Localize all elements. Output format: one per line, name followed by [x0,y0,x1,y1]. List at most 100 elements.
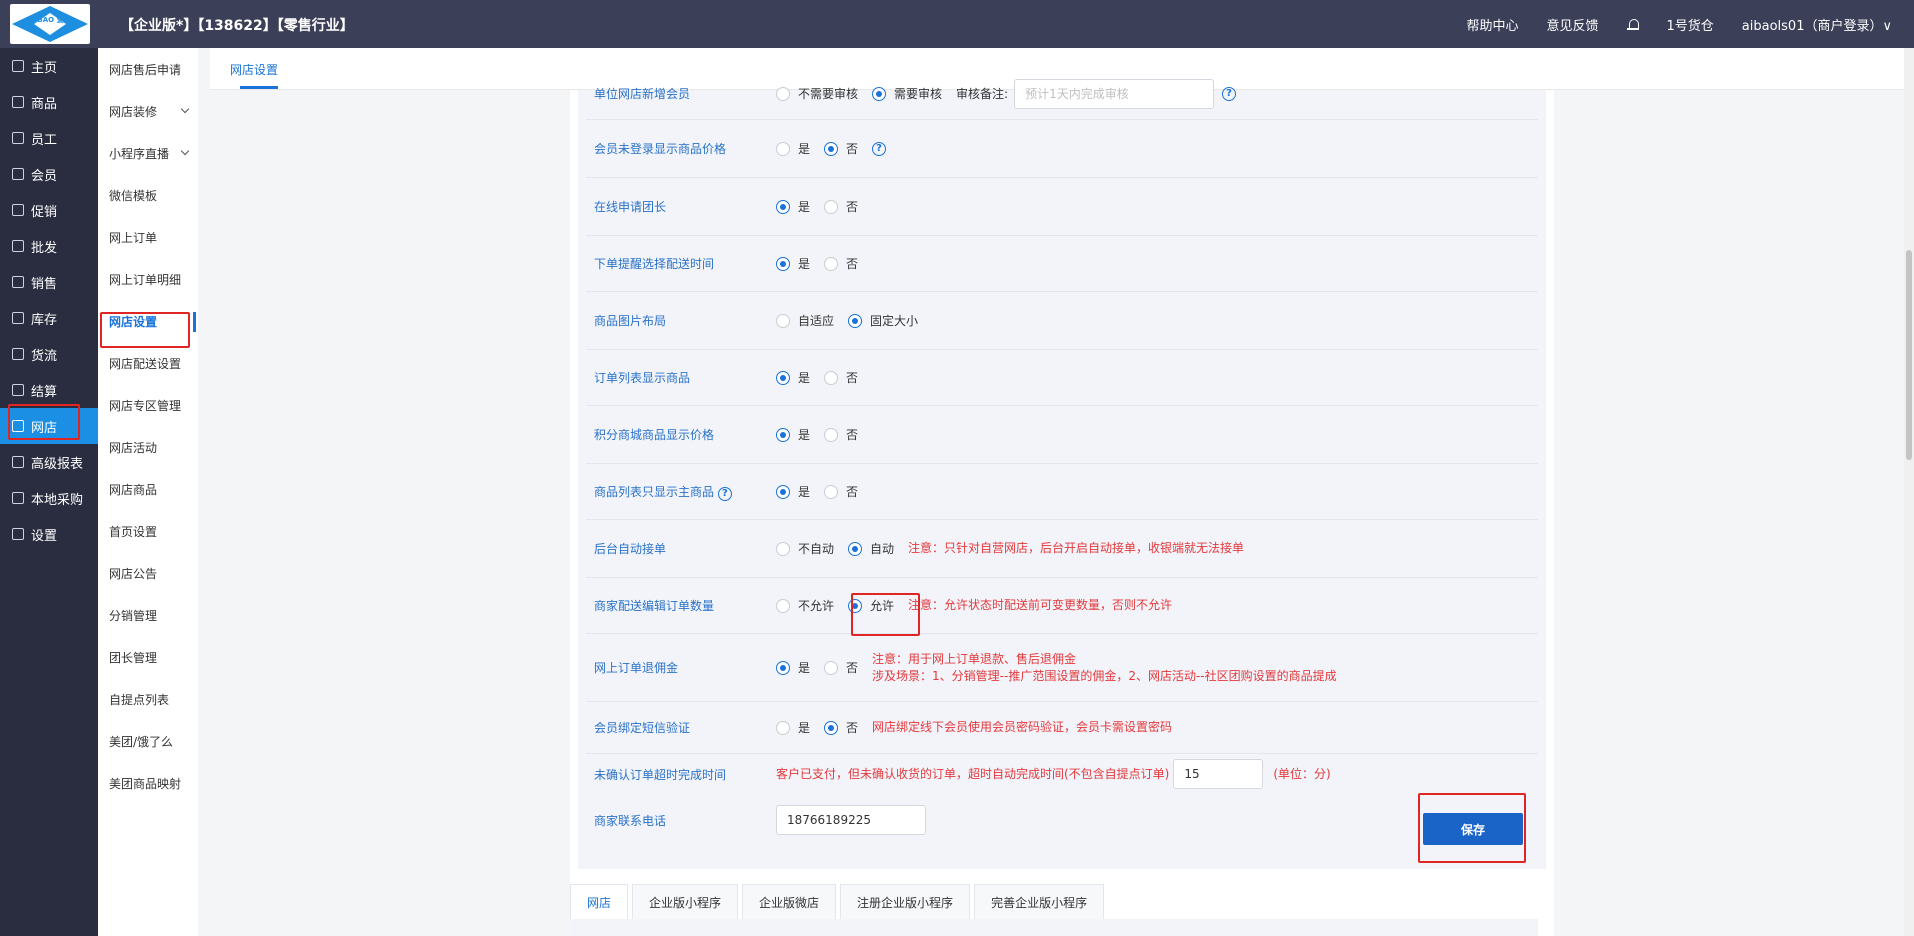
radio-no-auto[interactable]: 不自动 [776,540,834,557]
radio-disallow[interactable]: 不允许 [776,597,834,614]
sidebar-item-stock[interactable]: 库存 [0,300,98,336]
chevron-down-icon [180,104,190,114]
radio-auto[interactable]: 自动 [848,540,894,557]
sidebar-item-products[interactable]: 商品 [0,84,98,120]
gear-icon [12,528,24,540]
tab-complete-miniapp[interactable]: 完善企业版小程序 [974,884,1105,920]
radio-yes[interactable]: 是 [776,483,810,500]
scrollbar-thumb[interactable] [1906,250,1912,460]
help-icon[interactable]: ? [717,486,732,501]
help-center-link[interactable]: 帮助中心 [1466,15,1518,34]
brand-logo[interactable]: AIBAO 爱宝 [10,4,90,44]
subnav-item[interactable]: 美团商品映射 [98,762,198,804]
sms-verify-note: 网店绑定线下会员使用会员密码验证，会员卡需设置密码 [872,720,1173,734]
bottom-tab-content [570,919,1538,936]
merchant-phone-input[interactable]: 18766189225 [776,805,926,835]
sidebar-item-sales[interactable]: 销售 [0,264,98,300]
radio-no[interactable]: 否 [824,369,858,386]
settle-icon [12,384,24,396]
radio-no-audit[interactable]: 不需要审核 [776,85,858,102]
sidebar-item-reports[interactable]: 高级报表 [0,444,98,480]
subnav-item[interactable]: 网店商品 [98,468,198,510]
subnav-item[interactable]: 网店配送设置 [98,342,198,384]
radio-fixed-size[interactable]: 固定大小 [848,312,918,329]
subnav-item[interactable]: 网店活动 [98,426,198,468]
warehouse-selector[interactable]: 1号货仓 [1667,15,1714,34]
user-menu[interactable]: aibaols01（商户登录）∨ [1742,15,1892,34]
sidebar-item-staff[interactable]: 员工 [0,120,98,156]
subnav-item[interactable]: 网店专区管理 [98,384,198,426]
settings-card: 单位网店新增会员 不需要审核 需要审核 审核备注: 预计1天内完成审核 ? 会员… [570,78,1554,936]
radio-no[interactable]: 否 [824,719,858,736]
app-title: 【企业版*】【138622】【零售行业】 [120,18,354,34]
subnav-item[interactable]: 网上订单 [98,216,198,258]
staff-icon [12,132,24,144]
radio-no[interactable]: 否 [824,426,858,443]
setting-row-phone: 商家联系电话 18766189225 [586,794,1538,846]
bell-icon[interactable] [1626,18,1639,31]
purchase-icon [12,492,24,504]
setting-row-points-price: 积分商城商品显示价格 是 否 [586,406,1538,464]
setting-row-member-audit: 单位网店新增会员 不需要审核 需要审核 审核备注: 预计1天内完成审核 ? [586,68,1538,120]
feedback-link[interactable]: 意见反馈 [1547,15,1599,34]
radio-adaptive[interactable]: 自适应 [776,312,834,329]
setting-row-price-login: 会员未登录显示商品价格 是 否 ? [586,120,1538,178]
setting-row-edit-quantity: 商家配送编辑订单数量 不允许 允许 注意：允许状态时配送前可变更数量，否则不允许 [586,578,1538,634]
scrollbar-track[interactable] [1904,48,1914,936]
radio-no[interactable]: 否 [824,198,858,215]
radio-yes[interactable]: 是 [776,426,810,443]
sidebar-item-logistics[interactable]: 货流 [0,336,98,372]
radio-need-audit[interactable]: 需要审核 [872,85,942,102]
timeout-minutes-input[interactable]: 15 [1173,759,1264,789]
radio-yes[interactable]: 是 [776,140,810,157]
subnav-item-decorate[interactable]: 网店装修 [98,90,198,132]
refund-note-line1: 注意：用于网上订单退款、售后退佣金 [872,651,1077,666]
subnav-item[interactable]: 首页设置 [98,510,198,552]
logo-text: AIBAO 爱宝 [29,16,71,24]
sidebar-item-wholesale[interactable]: 批发 [0,228,98,264]
highlight-box-allow-radio [851,593,920,636]
radio-yes[interactable]: 是 [776,198,810,215]
logistics-icon [12,348,24,360]
radio-no[interactable]: 否 [824,140,858,157]
subnav-item-live[interactable]: 小程序直播 [98,132,198,174]
help-icon[interactable]: ? [1222,86,1237,101]
help-icon[interactable]: ? [872,141,887,156]
sidebar-item-purchase[interactable]: 本地采购 [0,480,98,516]
sidebar-item-settings[interactable]: 设置 [0,516,98,552]
subnav-item[interactable]: 分销管理 [98,594,198,636]
settings-panel: 单位网店新增会员 不需要审核 需要审核 审核备注: 预计1天内完成审核 ? 会员… [578,78,1546,869]
tab-underline [240,86,278,89]
radio-yes[interactable]: 是 [776,659,810,676]
sidebar-item-members[interactable]: 会员 [0,156,98,192]
radio-no[interactable]: 否 [824,255,858,272]
radio-yes[interactable]: 是 [776,255,810,272]
audit-note-input[interactable]: 预计1天内完成审核 [1014,78,1215,109]
tab-enterprise-miniapp[interactable]: 企业版小程序 [632,884,739,920]
tab-enterprise-microshop[interactable]: 企业版微店 [742,884,837,920]
highlight-box-shop-settings [100,312,190,348]
product-icon [12,96,24,108]
member-icon [12,168,24,180]
subnav-item[interactable]: 团长管理 [98,636,198,678]
tab-shop[interactable]: 网店 [570,884,629,920]
subnav-item[interactable]: 自提点列表 [98,678,198,720]
subnav-item[interactable]: 微信模板 [98,174,198,216]
radio-no[interactable]: 否 [824,483,858,500]
radio-no[interactable]: 否 [824,659,858,676]
stock-icon [12,312,24,324]
tab-shop-settings[interactable]: 网店设置 [230,61,278,78]
subnav-item[interactable]: 网上订单明细 [98,258,198,300]
subnav-item[interactable]: 美团/饿了么 [98,720,198,762]
radio-yes[interactable]: 是 [776,369,810,386]
tab-register-miniapp[interactable]: 注册企业版小程序 [840,884,971,920]
sidebar-item-settlement[interactable]: 结算 [0,372,98,408]
sidebar-item-promo[interactable]: 促销 [0,192,98,228]
radio-yes[interactable]: 是 [776,719,810,736]
subnav-item[interactable]: 网店售后申请 [98,48,198,90]
main-sidebar: 主页 商品 员工 会员 促销 批发 销售 库存 货流 结算 网店 高级报表 本地… [0,48,98,936]
chevron-down-icon [180,146,190,156]
subnav-item[interactable]: 网店公告 [98,552,198,594]
sidebar-item-home[interactable]: 主页 [0,48,98,84]
highlight-box-save [1418,793,1526,863]
